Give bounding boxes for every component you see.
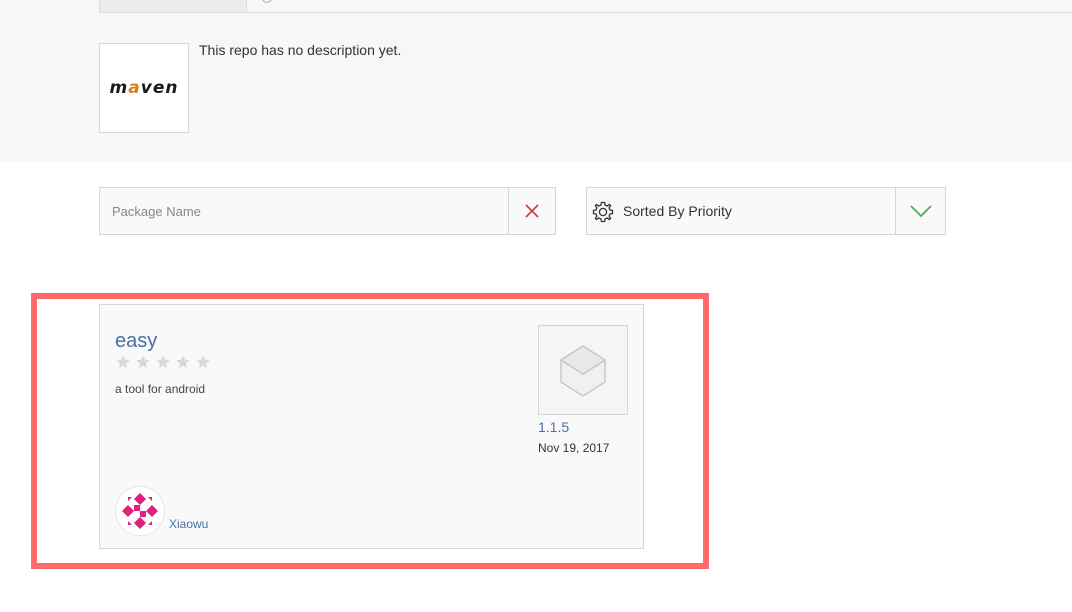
author-link[interactable]: Xiaowu (169, 517, 208, 531)
package-version-link[interactable]: 1.1.5 (538, 419, 569, 435)
close-icon (525, 204, 539, 218)
sort-dropdown[interactable]: Sorted By Priority (586, 187, 946, 235)
maven-logo-text: maven (109, 78, 179, 98)
repo-logo: maven (99, 43, 189, 133)
tab-icon (262, 0, 272, 3)
chevron-down-icon (909, 205, 932, 218)
package-card[interactable]: easy a tool for android 1.1.5 Nov 19, 20… (99, 304, 644, 549)
sort-toggle-button[interactable] (895, 188, 945, 234)
author-avatar[interactable] (115, 486, 165, 536)
gear-icon (592, 201, 614, 223)
star-icon (196, 355, 210, 368)
star-icon (116, 355, 130, 368)
repo-description: This repo has no description yet. (199, 42, 402, 58)
star-icon (136, 355, 150, 368)
package-name-link[interactable]: easy (115, 330, 157, 353)
package-box-icon (559, 345, 607, 397)
package-name-input[interactable] (100, 188, 508, 234)
rating-stars (115, 354, 211, 370)
package-search (99, 187, 556, 235)
package-description: a tool for android (115, 382, 206, 396)
package-date: Nov 19, 2017 (538, 441, 610, 455)
package-thumbnail[interactable] (538, 325, 628, 415)
avatar-pattern-icon (116, 487, 164, 535)
repo-header: maven This repo has no description yet. (0, 0, 1072, 162)
sort-label: Sorted By Priority (623, 203, 732, 219)
tab-active[interactable] (100, 0, 247, 12)
clear-search-button[interactable] (508, 188, 555, 234)
tab-bar (99, 0, 1072, 13)
star-icon (156, 355, 170, 368)
star-icon (176, 355, 190, 368)
